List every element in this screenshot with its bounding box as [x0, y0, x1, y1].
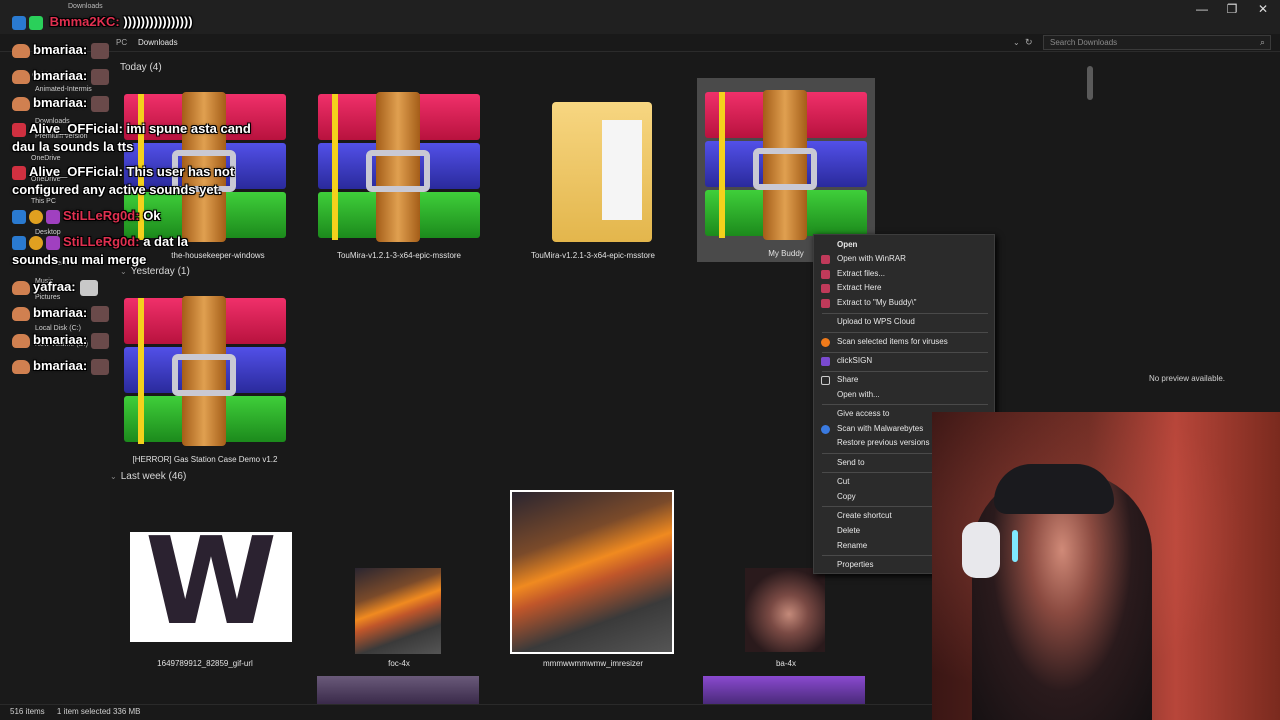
winrar-icon: [821, 255, 830, 264]
file-tile[interactable]: W 1649789912_82859_gif-url: [116, 488, 294, 672]
image-thumbnail-partial[interactable]: [317, 676, 479, 704]
minimize-button[interactable]: —: [1187, 2, 1217, 16]
file-name: TouMira-v1.2.1-3-x64-epic-msstore: [530, 251, 656, 260]
image-thumbnail: [355, 568, 441, 654]
chat-message: bmariaa:: [12, 358, 110, 375]
chat-message: bmariaa:: [12, 305, 110, 322]
menu-item-open[interactable]: Open: [814, 238, 996, 252]
nav-item-onedrive-1[interactable]: OneDrive: [31, 155, 61, 162]
image-thumbnail: [745, 568, 825, 652]
winrar-archive-icon: [124, 296, 286, 446]
file-tile[interactable]: TouMira-v1.2.1-3-x64-epic-msstore: [504, 80, 682, 264]
share-icon: [821, 376, 830, 385]
image-thumbnail-partial[interactable]: [703, 676, 865, 704]
close-button[interactable]: ✕: [1248, 2, 1278, 16]
no-preview-text: No preview available.: [1148, 374, 1226, 383]
menu-item-extract-here[interactable]: Extract Here: [814, 281, 996, 295]
clicksign-icon: [821, 357, 830, 366]
restore-button[interactable]: ❐: [1217, 2, 1247, 16]
chat-message-line: dau la sounds la tts: [12, 139, 134, 154]
group-header-yesterday[interactable]: ⌄ Yesterday (1): [120, 266, 190, 277]
breadcrumb-downloads[interactable]: Downloads: [138, 38, 178, 47]
nav-item-local-disk[interactable]: Local Disk (C:): [35, 325, 81, 332]
nav-item-animated[interactable]: Animated-Intermis: [35, 86, 92, 93]
folder-icon: [552, 102, 652, 242]
scrollbar-thumb[interactable]: [1087, 66, 1093, 100]
webcam-overlay: [932, 412, 1280, 720]
menu-item-share[interactable]: Share: [814, 373, 996, 387]
chat-message: yafraa:: [12, 279, 98, 296]
chat-message: bmariaa:: [12, 332, 110, 349]
file-name: [HERROR] Gas Station Case Demo v1.2: [132, 455, 278, 464]
file-name: foc-4x: [388, 659, 410, 668]
chat-message: bmariaa:: [12, 42, 110, 59]
headset-image: [962, 522, 1000, 578]
malwarebytes-icon: [821, 425, 830, 434]
winrar-icon: [821, 299, 830, 308]
file-name: 1649789912_82859_gif-url: [157, 659, 253, 668]
chat-message: bmariaa:: [12, 95, 110, 112]
file-tile[interactable]: mmmwwmmwmw_imresizer: [504, 488, 682, 672]
chat-message-top: Bmma2KC: )))))))))))))))): [12, 14, 193, 30]
file-name: mmmwwmmwmw_imresizer: [543, 659, 643, 668]
winrar-archive-icon: [705, 90, 867, 240]
chat-message: Alive_OFFicial: imi spune asta cand: [12, 121, 251, 137]
chat-message: StiLLeRg0d: a dat la: [12, 234, 188, 250]
menu-item-extract-to[interactable]: Extract to "My Buddy\": [814, 296, 996, 310]
refresh-icon[interactable]: ↻: [1025, 37, 1033, 48]
window-title: Downloads: [68, 3, 103, 10]
search-placeholder: Search Downloads: [1050, 38, 1118, 47]
menu-item-scan-viruses[interactable]: Scan selected items for viruses: [814, 335, 996, 349]
winrar-icon: [821, 270, 830, 279]
chat-message: StiLLeRg0d: Ok: [12, 208, 161, 224]
chat-message-line: configured any active sounds yet.: [12, 182, 222, 197]
search-icon: ⌕: [1259, 37, 1265, 47]
item-count: 516 items: [10, 707, 45, 716]
menu-item-extract-files[interactable]: Extract files...: [814, 267, 996, 281]
antivirus-icon: [821, 338, 830, 347]
chevron-down-icon[interactable]: ⌄: [1013, 38, 1020, 47]
w-logo-image: W: [130, 518, 292, 648]
menu-item-upload-wps[interactable]: Upload to WPS Cloud: [814, 315, 996, 329]
winrar-archive-icon: [318, 92, 480, 242]
file-tile[interactable]: [HERROR] Gas Station Case Demo v1.2: [116, 284, 294, 468]
nav-item-this-pc[interactable]: This PC: [31, 198, 56, 205]
chat-message: Alive_OFFicial: This user has not: [12, 164, 234, 180]
image-thumbnail: [510, 490, 674, 654]
menu-item-open-with[interactable]: Open with...: [814, 388, 996, 402]
chat-message: bmariaa:: [12, 68, 110, 85]
file-name: ba-4x: [775, 659, 796, 668]
file-name: TouMira-v1.2.1-3-x64-epic-msstore: [336, 251, 462, 260]
search-input[interactable]: Search Downloads ⌕: [1043, 35, 1271, 50]
selection-info: 1 item selected 336 MB: [56, 707, 141, 716]
breadcrumb-pc[interactable]: PC: [116, 38, 127, 47]
chat-message-line: sounds nu mai merge: [12, 252, 147, 267]
group-header-last-week[interactable]: ⌄ Last week (46): [110, 471, 186, 482]
menu-item-open-winrar[interactable]: Open with WinRAR: [814, 252, 996, 266]
file-tile[interactable]: TouMira-v1.2.1-3-x64-epic-msstore: [310, 80, 488, 264]
menu-item-clicksign[interactable]: clickSIGN: [814, 354, 996, 368]
group-header-today[interactable]: Today (4): [120, 62, 162, 73]
winrar-icon: [821, 284, 830, 293]
file-tile[interactable]: foc-4x: [310, 488, 488, 672]
